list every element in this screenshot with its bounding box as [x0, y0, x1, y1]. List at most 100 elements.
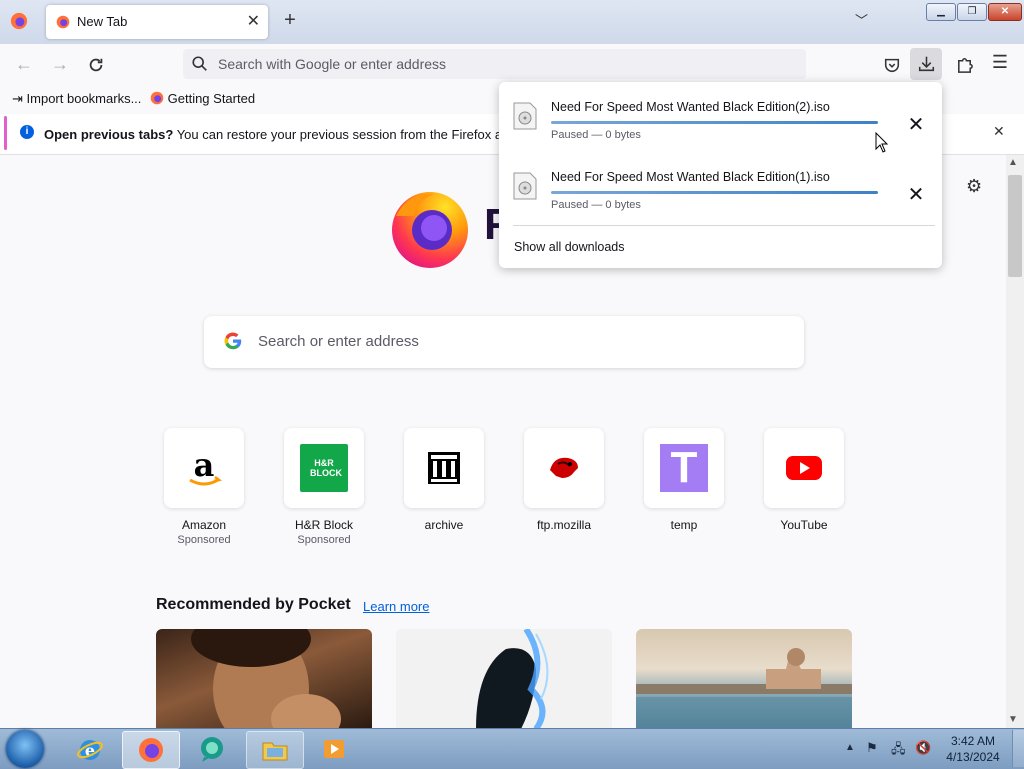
firefox-logo — [392, 192, 468, 268]
start-button-windows-icon[interactable] — [6, 730, 44, 768]
top-site-tile[interactable] — [524, 428, 604, 508]
minimize-window-button[interactable]: ▁ — [926, 3, 956, 21]
story-photo-portrait — [191, 629, 341, 729]
gear-icon[interactable]: ⚙ — [966, 176, 982, 197]
restore-window-button[interactable]: ❐ — [957, 3, 987, 21]
taskbar-firefox[interactable] — [122, 731, 180, 769]
system-clock[interactable]: 3:42 AM 4/13/2024 — [938, 733, 1008, 765]
story-photo-silhouette — [476, 629, 549, 729]
hr-block-icon: H&R BLOCK — [300, 444, 348, 492]
download-status: Paused — 0 bytes — [551, 199, 641, 211]
folder-icon — [262, 742, 288, 761]
top-site-tile[interactable]: a — [164, 428, 244, 508]
firefox-favicon-icon — [150, 91, 164, 105]
top-site-ftp-mozilla[interactable]: ftp.mozilla — [524, 428, 604, 532]
tab-title: New Tab — [77, 14, 128, 29]
taskbar-media-player[interactable] — [306, 731, 362, 767]
newtab-search-box[interactable] — [204, 316, 804, 368]
show-all-downloads-button[interactable]: Show all downloads — [514, 240, 625, 254]
story-photo-city — [636, 648, 852, 729]
bookmark-label: Getting Started — [167, 91, 256, 106]
scrollbar-thumb[interactable] — [1008, 175, 1022, 277]
mozilla-icon — [550, 457, 578, 478]
volume-muted-icon[interactable]: 🔇 — [915, 740, 931, 756]
top-site-label: archive — [424, 518, 464, 532]
taskbar-explorer[interactable] — [246, 731, 304, 769]
show-hidden-icons-icon[interactable]: ▲ — [845, 742, 855, 753]
archive-icon — [428, 452, 460, 484]
pocket-story-card-image[interactable] — [396, 629, 612, 729]
download-filename: Need For Speed Most Wanted Black Edition… — [551, 100, 830, 114]
sponsored-label: Sponsored — [297, 534, 351, 546]
top-site-label: Amazon — [181, 518, 227, 532]
mouse-cursor-icon — [875, 132, 889, 153]
downloads-button[interactable] — [910, 48, 942, 80]
scroll-up-arrow-icon[interactable]: ▲ — [1008, 157, 1018, 168]
taskbar-app-green[interactable] — [184, 731, 240, 767]
firefox-favicon-icon — [56, 15, 70, 29]
panel-divider — [513, 225, 935, 226]
close-window-button[interactable]: ✕ — [988, 3, 1022, 21]
cancel-download-close-icon[interactable]: ✕ — [903, 112, 929, 138]
top-site-tile[interactable] — [404, 428, 484, 508]
pocket-learn-more-link[interactable]: Learn more — [363, 599, 429, 614]
list-all-tabs-chevron-down-icon[interactable]: ﹀ — [855, 10, 868, 29]
iso-file-icon — [513, 172, 537, 200]
extensions-puzzle-icon[interactable] — [955, 55, 974, 74]
pocket-icon[interactable] — [883, 56, 901, 74]
top-site-amazon[interactable]: a Amazon Sponsored — [164, 428, 244, 546]
flag-action-center-icon[interactable]: ⚑ — [866, 740, 878, 756]
top-site-temp[interactable]: T temp — [644, 428, 724, 532]
bookmark-import[interactable]: ⇥ Import bookmarks... — [12, 91, 141, 107]
iso-file-icon — [513, 102, 537, 130]
address-bar[interactable] — [183, 49, 806, 79]
amazon-icon: a — [189, 446, 222, 486]
google-icon — [224, 332, 242, 350]
download-filename: Need For Speed Most Wanted Black Edition… — [551, 170, 830, 184]
bookmark-getting-started[interactable]: Getting Started — [150, 91, 255, 106]
forward-arrow-icon[interactable]: → — [48, 54, 72, 75]
pocket-story-card-image[interactable] — [156, 629, 372, 729]
import-icon: ⇥ — [12, 91, 23, 106]
tab-new-tab[interactable]: New Tab ✕ — [46, 5, 268, 39]
download-item[interactable]: Need For Speed Most Wanted Black Edition… — [499, 160, 942, 230]
firefox-view-icon[interactable] — [10, 12, 28, 30]
download-progress-fill — [551, 191, 878, 194]
top-site-hr-block[interactable]: H&R BLOCK H&R Block Sponsored — [284, 428, 364, 546]
download-arrow-icon — [918, 56, 935, 72]
temp-icon: T — [660, 444, 708, 492]
taskbar-internet-explorer[interactable]: e — [62, 731, 118, 767]
top-site-youtube[interactable]: YouTube — [764, 428, 844, 532]
clock-time: 3:42 AM — [950, 734, 996, 748]
download-progress-bar — [551, 121, 878, 124]
newtab-search-input[interactable] — [256, 332, 780, 351]
pocket-heading: Recommended by Pocket — [156, 596, 351, 613]
bookmark-label: Import bookmarks... — [26, 91, 142, 106]
close-tab-icon[interactable]: ✕ — [247, 11, 260, 31]
top-site-label: ftp.mozilla — [536, 518, 592, 532]
address-input[interactable] — [216, 55, 780, 73]
firefox-icon — [139, 738, 163, 762]
pocket-story-card-image[interactable] — [636, 629, 852, 729]
download-progress-bar — [551, 191, 878, 194]
scroll-down-arrow-icon[interactable]: ▼ — [1008, 714, 1018, 725]
reload-icon[interactable] — [87, 56, 105, 74]
menu-hamburger-icon[interactable]: ☰ — [988, 52, 1012, 73]
back-arrow-icon[interactable]: ← — [12, 54, 36, 75]
youtube-icon — [786, 456, 822, 480]
chat-bubble-icon — [201, 737, 223, 762]
close-notification-icon[interactable]: ✕ — [993, 123, 1005, 140]
new-tab-button[interactable]: + — [280, 9, 300, 32]
top-site-tile[interactable] — [764, 428, 844, 508]
top-site-tile[interactable]: T — [644, 428, 724, 508]
top-site-label: YouTube — [780, 518, 828, 532]
cancel-download-close-icon[interactable]: ✕ — [903, 182, 929, 208]
show-desktop-button[interactable] — [1012, 730, 1024, 767]
search-icon — [192, 56, 207, 71]
network-icon[interactable]: 🖧 — [891, 740, 906, 762]
media-player-icon — [324, 740, 344, 758]
clock-date: 4/13/2024 — [946, 750, 1000, 764]
top-site-archive[interactable]: archive — [404, 428, 484, 532]
top-site-tile[interactable]: H&R BLOCK — [284, 428, 364, 508]
top-site-label: temp — [670, 518, 698, 532]
